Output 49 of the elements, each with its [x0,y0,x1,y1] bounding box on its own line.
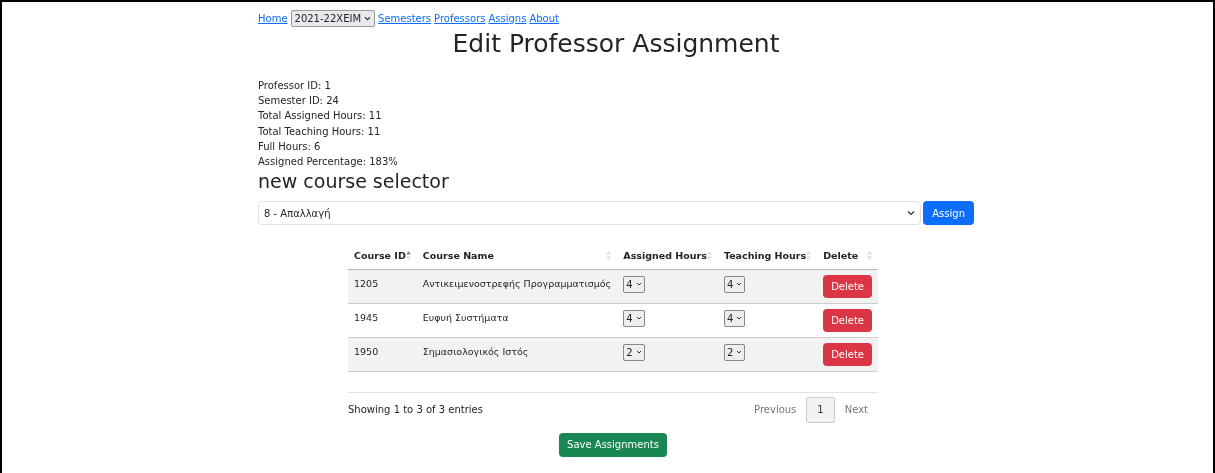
column-header[interactable]: Assigned Hours [623,248,707,264]
hours-select[interactable]: 2 [623,343,645,361]
nav-link[interactable]: Home [258,10,288,26]
nav-link[interactable]: Assigns [488,10,527,26]
table-cell: 1945 [354,311,379,323]
table-cell: Σημασιολογικός Ιστός [422,345,529,357]
hours-select[interactable]: 4 [723,309,746,327]
entries-info: Showing 1 to 3 of 3 entries [348,403,483,418]
nav-link[interactable]: Semesters [378,10,432,26]
nav-link[interactable]: Professors [434,10,486,26]
hours-select[interactable]: 4 [623,275,645,293]
assign-button[interactable]: Assign [923,201,974,226]
chevron-icon [736,316,743,321]
info-line: Assigned Percentage: 183% [258,155,399,169]
column-header[interactable]: Course ID [354,248,406,264]
column-header[interactable]: Course Name [422,248,494,264]
delete-button[interactable]: Delete [823,342,872,366]
chevron-icon [635,282,642,287]
info-line: Total Assigned Hours: 11 [258,109,383,124]
hours-select[interactable]: 4 [623,309,645,327]
chevron-icon [736,282,743,287]
save-button[interactable]: Save Assignments [559,432,667,457]
pagination-button[interactable]: Next [834,396,878,423]
delete-button[interactable]: Delete [823,274,872,298]
chevron-icon [364,15,372,21]
info-line: Full Hours: 6 [258,139,322,154]
course-select[interactable]: 8 - Απαλλαγή [258,201,922,226]
section-heading: new course selector [258,169,450,194]
table-cell: Αντικειμενοστρεφής Προγραμματισμός [422,277,612,289]
chevron-icon [736,350,743,355]
chevron-icon [635,316,642,321]
semester-select[interactable]: 2021-22XEIM [290,9,376,27]
chevron-icon [907,210,916,217]
info-line: Total Teaching Hours: 11 [258,124,382,139]
info-line: Semester ID: 24 [258,94,340,109]
table-cell: Ευφυή Συστήματα [422,311,509,323]
info-line: Professor ID: 1 [258,79,332,93]
delete-button[interactable]: Delete [823,308,872,332]
nav-link[interactable]: About [529,10,559,26]
column-header[interactable]: Delete [823,248,859,264]
column-header[interactable]: Teaching Hours [723,248,807,264]
table-cell: 1205 [354,277,379,289]
chevron-icon [635,350,642,355]
hours-select[interactable]: 2 [723,343,746,361]
hours-select[interactable]: 4 [723,275,746,293]
table-cell: 1950 [354,345,379,357]
pagination-button[interactable]: 1 [806,396,835,423]
pagination-button[interactable]: Previous [744,396,807,423]
page-title: Edit Professor Assignment [451,28,781,60]
